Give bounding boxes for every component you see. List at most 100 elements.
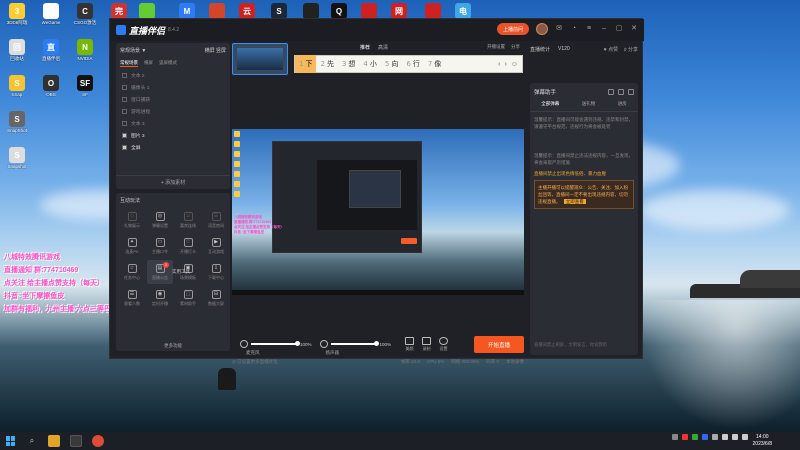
tool-button[interactable]: ⇩ 下载中心 bbox=[203, 260, 229, 284]
headset-icon[interactable]: ◔ bbox=[570, 25, 578, 33]
tool-button[interactable]: ☺ 嘉宾连线 bbox=[175, 208, 201, 232]
like-button[interactable]: ♥ 点赞 bbox=[604, 46, 618, 53]
tray-icon[interactable] bbox=[712, 434, 718, 440]
record-button[interactable]: 录制 bbox=[422, 336, 432, 352]
filter-icon[interactable] bbox=[608, 89, 614, 95]
tab-landscape[interactable]: 横屏 bbox=[144, 60, 153, 67]
tool-button[interactable]: ◎ 弹幕设置 bbox=[147, 208, 173, 232]
view-now-link[interactable]: 立即查看 bbox=[563, 199, 586, 204]
tab-all-danmaku[interactable]: 全部弹幕 bbox=[541, 101, 559, 107]
speaker-icon[interactable] bbox=[319, 340, 328, 348]
source-item[interactable]: 摄像头 1 bbox=[116, 81, 230, 93]
tool-button[interactable]: ⬚ 素材助手 bbox=[175, 286, 201, 310]
tab-hd[interactable]: 高清 bbox=[378, 44, 388, 51]
desktop-icon[interactable]: 回回收站 bbox=[0, 39, 34, 71]
tray-icon[interactable] bbox=[702, 434, 708, 440]
visibility-checkbox[interactable] bbox=[122, 72, 127, 78]
taskbar-app-icon[interactable] bbox=[70, 435, 82, 447]
tool-button[interactable]: ◉ 定时开播 bbox=[147, 286, 173, 310]
source-item[interactable]: 窗口捕获 bbox=[116, 93, 230, 105]
ime-candidate[interactable]: 7像 bbox=[424, 55, 445, 73]
desktop-icon[interactable]: S Snapshot bbox=[0, 147, 34, 179]
settings-icon[interactable] bbox=[618, 89, 624, 95]
share-button[interactable]: ♯ 分享 bbox=[624, 46, 638, 53]
ime-icon[interactable] bbox=[742, 434, 748, 440]
ime-candidate[interactable]: 6行 bbox=[402, 55, 423, 73]
tool-button[interactable]: ◇ 礼物展示 bbox=[119, 208, 145, 232]
source-item[interactable]: 文本 3 bbox=[116, 117, 230, 129]
share-link[interactable]: 分享 bbox=[511, 44, 520, 50]
beauty-button[interactable]: 美颜 bbox=[405, 336, 415, 352]
maximize-icon[interactable]: ▢ bbox=[615, 25, 623, 33]
tab-portrait-mode[interactable]: 竖屏模式 bbox=[159, 60, 177, 67]
tray-icon[interactable] bbox=[682, 434, 688, 440]
desktop-icon[interactable]: S SnapShot bbox=[0, 111, 34, 143]
tray-icon[interactable] bbox=[672, 434, 678, 440]
visibility-checkbox[interactable] bbox=[122, 120, 127, 126]
optimization-hint[interactable]: ◎ 已设置更多直播优化 bbox=[232, 359, 278, 365]
live-preview[interactable]: 八城特效腾讯游戏 直播通知 群:774710469 点关注 给主播点赞支持（每天… bbox=[232, 129, 524, 295]
tool-button[interactable]: ☷ 语音房间 bbox=[203, 208, 229, 232]
start-live-button[interactable]: 开始直播 bbox=[474, 336, 524, 353]
tab-normal-scene[interactable]: 常规场景 bbox=[120, 60, 138, 67]
ime-next-icon[interactable]: › bbox=[505, 61, 507, 68]
more-functions-link[interactable]: 更多功能 bbox=[116, 343, 230, 349]
ime-emoji-icon[interactable]: ☺ bbox=[511, 61, 518, 68]
landscape-toggle[interactable]: 横屏 bbox=[205, 48, 215, 54]
ime-candidate[interactable]: 2先 bbox=[316, 55, 337, 73]
scene-thumbnail[interactable] bbox=[232, 43, 288, 75]
start-button[interactable] bbox=[6, 436, 16, 446]
desktop-icon[interactable]: 直直播伴侣 bbox=[34, 39, 68, 71]
volume-icon[interactable] bbox=[732, 434, 738, 440]
minimize-icon[interactable]: – bbox=[600, 25, 608, 33]
danmaku-input[interactable]: 直播间禁止刷屏，文明发言，你说我听 bbox=[534, 339, 634, 351]
scene-selector[interactable]: 常规场景 ▼ bbox=[120, 47, 146, 54]
menu-icon[interactable]: ≡ bbox=[585, 25, 593, 33]
source-item[interactable]: 游戏进程 bbox=[116, 105, 230, 117]
add-source-button[interactable]: + 添加素材 bbox=[116, 175, 230, 189]
settings-button[interactable]: 设置 bbox=[439, 336, 449, 352]
desktop-icon[interactable]: S Snap bbox=[0, 75, 34, 107]
clock[interactable]: 14:00 2023/6/8 bbox=[753, 434, 772, 448]
ime-candidate[interactable]: 3想 bbox=[338, 55, 359, 73]
desktop-icon[interactable]: C CSGO激活 bbox=[68, 3, 102, 35]
file-explorer-icon[interactable] bbox=[48, 435, 60, 447]
chrome-icon[interactable] bbox=[92, 435, 104, 447]
avatar[interactable] bbox=[536, 23, 548, 35]
tool-button[interactable]: ▶ 互动游戏 bbox=[203, 234, 229, 258]
desktop-icon[interactable]: SF SF bbox=[68, 75, 102, 107]
visibility-checkbox[interactable] bbox=[122, 96, 127, 102]
mic-volume-slider[interactable] bbox=[251, 341, 300, 346]
tab-enter-room[interactable]: 进房 bbox=[618, 101, 627, 107]
live-stats-tab[interactable]: 直播统计 bbox=[530, 46, 550, 53]
ime-candidate[interactable]: 1下 bbox=[295, 55, 317, 73]
desktop-icon[interactable]: W WeGame bbox=[34, 3, 68, 35]
live-settings-link[interactable]: 开播设置 bbox=[487, 44, 505, 50]
close-icon[interactable]: ✕ bbox=[630, 25, 638, 33]
message-icon[interactable]: ✉ bbox=[555, 25, 563, 33]
desktop-icon[interactable]: 3 3DD6阿瑞 bbox=[0, 3, 34, 35]
source-item[interactable]: 文本 2 bbox=[116, 69, 230, 81]
ime-candidate[interactable]: 5向 bbox=[381, 55, 402, 73]
tool-button[interactable]: ☰ 观看人数 bbox=[119, 286, 145, 310]
visibility-checkbox[interactable] bbox=[122, 108, 127, 114]
search-icon[interactable]: ⌕ bbox=[26, 435, 38, 447]
visibility-checkbox[interactable] bbox=[122, 144, 127, 150]
visibility-checkbox[interactable] bbox=[122, 132, 127, 138]
tab-recommended[interactable]: 推荐 bbox=[360, 44, 370, 51]
tool-button[interactable]: ⊟ 数据大屏 bbox=[203, 286, 229, 310]
tool-button[interactable]: ✦ 连麦PK bbox=[119, 234, 145, 258]
wifi-icon[interactable] bbox=[722, 434, 728, 440]
tool-button[interactable]: □ 主播口令 bbox=[147, 234, 173, 258]
ime-candidate[interactable]: 4小 bbox=[359, 55, 380, 73]
tool-button[interactable]: ♡ 开播打卡 bbox=[175, 234, 201, 258]
desktop-icon[interactable]: O OBS bbox=[34, 75, 68, 107]
source-item[interactable]: 图片 3 bbox=[116, 129, 230, 141]
source-item[interactable]: 全屏 bbox=[116, 141, 230, 153]
tray-icon[interactable] bbox=[692, 434, 698, 440]
visibility-checkbox[interactable] bbox=[122, 84, 127, 90]
desktop-icon[interactable]: N NVIDIA bbox=[68, 39, 102, 71]
popout-icon[interactable] bbox=[628, 89, 634, 95]
tab-gifts[interactable]: 送礼物 bbox=[582, 101, 596, 107]
mic-icon[interactable] bbox=[240, 340, 248, 348]
